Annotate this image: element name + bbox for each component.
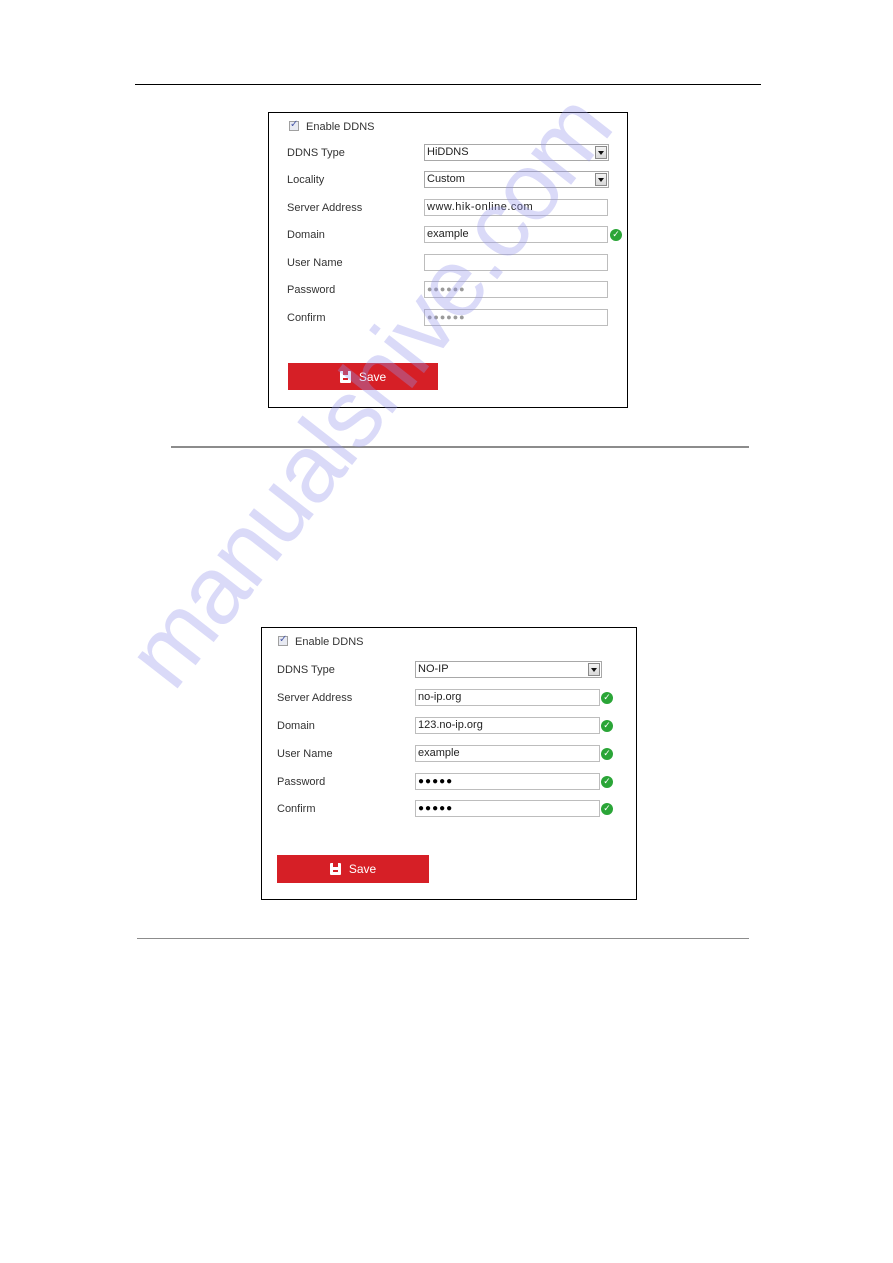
domain-row: Domain example ✓: [269, 226, 627, 244]
enable-ddns-label: Enable DDNS: [306, 121, 375, 133]
user-name-label: User Name: [277, 748, 333, 760]
server-address-row: Server Address www.hik-online.com: [269, 199, 627, 217]
section-divider: [137, 938, 749, 939]
ddns-type-select[interactable]: NO-IP: [415, 661, 602, 678]
ddns-type-value: HiDDNS: [427, 146, 469, 158]
ddns-type-select[interactable]: HiDDNS: [424, 144, 609, 161]
server-address-input[interactable]: www.hik-online.com: [424, 199, 608, 216]
valid-check-icon: ✓: [601, 803, 613, 815]
save-button[interactable]: Save: [277, 855, 429, 883]
enable-ddns-row: Enable DDNS: [262, 633, 636, 651]
valid-check-icon: ✓: [610, 229, 622, 241]
valid-check-icon: ✓: [601, 776, 613, 788]
locality-value: Custom: [427, 173, 465, 185]
ddns-settings-panel-hiddns: Enable DDNS DDNS Type HiDDNS Locality Cu…: [268, 112, 628, 408]
floppy-disk-icon: [329, 863, 341, 875]
header-rule: [135, 84, 761, 85]
enable-ddns-row: Enable DDNS: [269, 118, 627, 136]
locality-row: Locality Custom: [269, 171, 627, 189]
password-input[interactable]: ●●●●●: [415, 773, 600, 790]
server-address-label: Server Address: [277, 692, 353, 704]
enable-ddns-label: Enable DDNS: [295, 636, 364, 648]
domain-input[interactable]: 123.no-ip.org: [415, 717, 600, 734]
user-name-row: User Name example ✓: [262, 745, 636, 763]
confirm-label: Confirm: [277, 803, 316, 815]
password-row: Password ●●●●● ✓: [262, 773, 636, 791]
domain-input[interactable]: example: [424, 226, 608, 243]
ddns-type-value: NO-IP: [418, 663, 449, 675]
ddns-type-row: DDNS Type NO-IP: [262, 661, 636, 679]
valid-check-icon: ✓: [601, 720, 613, 732]
user-name-input[interactable]: example: [415, 745, 600, 762]
ddns-type-label: DDNS Type: [277, 664, 335, 676]
ddns-type-label: DDNS Type: [287, 147, 345, 159]
password-row: Password ●●●●●●: [269, 281, 627, 299]
chevron-down-icon[interactable]: [588, 663, 600, 676]
chevron-down-icon[interactable]: [595, 173, 607, 186]
locality-select[interactable]: Custom: [424, 171, 609, 188]
domain-row: Domain 123.no-ip.org ✓: [262, 717, 636, 735]
ddns-settings-panel-noip: Enable DDNS DDNS Type NO-IP Server Addre…: [261, 627, 637, 900]
password-label: Password: [287, 284, 336, 296]
confirm-input[interactable]: ●●●●●●: [424, 309, 608, 326]
save-button[interactable]: Save: [288, 363, 438, 390]
locality-label: Locality: [287, 174, 325, 186]
save-button-label: Save: [348, 862, 377, 876]
password-label: Password: [277, 776, 326, 788]
server-address-input[interactable]: no-ip.org: [415, 689, 600, 706]
server-address-label: Server Address: [287, 202, 363, 214]
valid-check-icon: ✓: [601, 748, 613, 760]
enable-ddns-checkbox[interactable]: [278, 634, 288, 646]
confirm-row: Confirm ●●●●●●: [269, 309, 627, 327]
confirm-label: Confirm: [287, 312, 326, 324]
save-button-label: Save: [358, 369, 387, 384]
domain-label: Domain: [277, 720, 315, 732]
confirm-row: Confirm ●●●●● ✓: [262, 800, 636, 818]
chevron-down-icon[interactable]: [595, 146, 607, 159]
ddns-type-row: DDNS Type HiDDNS: [269, 144, 627, 162]
user-name-row: User Name: [269, 254, 627, 272]
section-divider: [171, 446, 749, 448]
server-address-row: Server Address no-ip.org ✓: [262, 689, 636, 707]
confirm-input[interactable]: ●●●●●: [415, 800, 600, 817]
password-input[interactable]: ●●●●●●: [424, 281, 608, 298]
user-name-input[interactable]: [424, 254, 608, 271]
floppy-disk-icon: [339, 370, 351, 383]
domain-label: Domain: [287, 229, 325, 241]
user-name-label: User Name: [287, 257, 343, 269]
valid-check-icon: ✓: [601, 692, 613, 704]
enable-ddns-checkbox[interactable]: [289, 119, 299, 131]
